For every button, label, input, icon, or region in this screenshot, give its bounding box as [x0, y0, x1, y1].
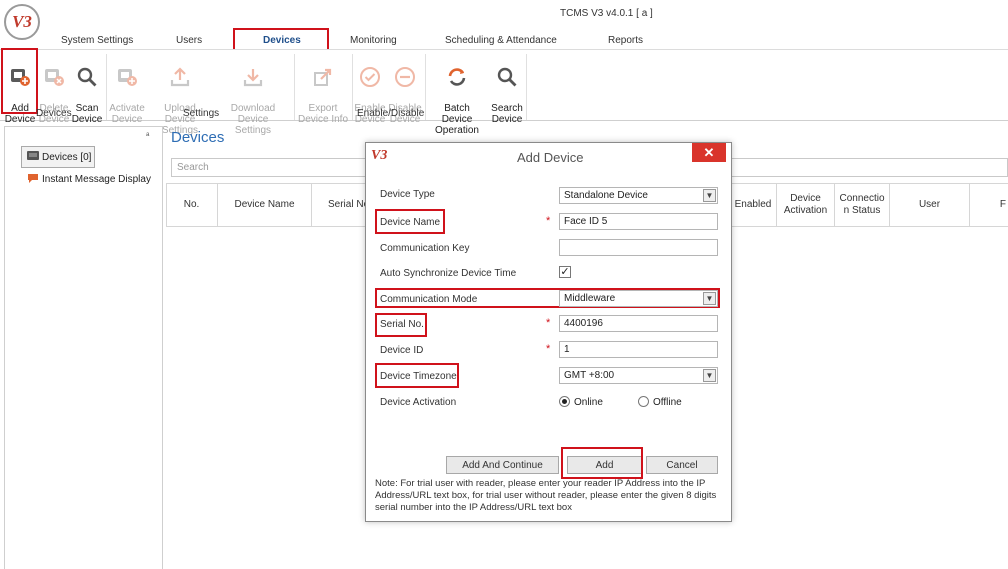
serial-no-input[interactable]: 4400196 [559, 315, 718, 332]
app-title: TCMS V3 v4.0.1 [ a ] [560, 8, 653, 19]
device-type-label: Device Type [380, 189, 435, 200]
column-f[interactable]: F [970, 183, 1008, 227]
ribbon-separator [526, 54, 527, 120]
activate-device-button[interactable]: Activate Device [108, 55, 146, 125]
pin-icon[interactable]: ᵃ [146, 130, 149, 140]
export-device-info-label: Export Device Info [297, 103, 349, 125]
tree-item-instant-message-label[interactable]: Instant Message Display [42, 174, 151, 185]
device-timezone-value: GMT +8:00 [564, 370, 615, 381]
highlight-add-button [561, 447, 643, 479]
tab-reports[interactable]: Reports [608, 35, 643, 46]
column-device-activation[interactable]: Device Activation [777, 183, 835, 227]
tab-system-settings[interactable]: System Settings [61, 35, 133, 46]
upload-icon [170, 67, 190, 87]
communication-key-label: Communication Key [380, 243, 470, 254]
communication-mode-value: Middleware [564, 293, 616, 304]
ribbon-group-settings: Settings [183, 108, 220, 119]
tab-users[interactable]: Users [176, 35, 202, 46]
message-icon [28, 174, 38, 183]
ribbon-separator [106, 54, 107, 120]
device-icon [27, 151, 39, 160]
device-type-select[interactable]: Standalone Device ▼ [559, 187, 718, 204]
close-button[interactable]: ✕ [692, 143, 726, 162]
tree-item-devices-label: Devices [0] [42, 152, 92, 163]
highlight-serial-no [375, 313, 427, 337]
search-device-label: Search Device [491, 103, 523, 125]
export-icon [314, 68, 332, 86]
export-device-info-button[interactable]: Export Device Info [297, 55, 349, 125]
highlight-add-device [1, 48, 38, 114]
cancel-button[interactable]: Cancel [646, 456, 718, 474]
dialog-title: Add Device [517, 150, 584, 165]
trial-note: Note: For trial user with reader, please… [375, 478, 717, 513]
auto-sync-label: Auto Synchronize Device Time [380, 268, 517, 279]
add-and-continue-button[interactable]: Add And Continue [446, 456, 559, 474]
batch-device-operation-button[interactable]: Batch Device Operation [428, 55, 486, 136]
search-icon [497, 67, 517, 87]
batch-device-operation-label: Batch Device Operation [435, 103, 479, 136]
page-title: Devices [171, 129, 225, 146]
ribbon-group-enable-disable: Enable/Disable [357, 108, 425, 119]
close-icon: ✕ [703, 144, 715, 160]
ribbon-separator [294, 54, 295, 120]
magnifier-icon [77, 67, 97, 87]
offline-radio[interactable] [638, 396, 649, 407]
required-marker: * [546, 317, 551, 329]
chevron-down-icon: ▼ [703, 369, 716, 382]
delete-device-icon [45, 69, 64, 86]
tab-scheduling-attendance[interactable]: Scheduling & Attendance [445, 35, 557, 46]
activate-device-icon [118, 69, 137, 86]
search-device-button[interactable]: Search Device [490, 55, 524, 125]
tab-monitoring[interactable]: Monitoring [350, 35, 397, 46]
chevron-down-icon: ▼ [703, 292, 716, 305]
chevron-down-icon: ▼ [703, 189, 716, 202]
check-circle-icon [360, 67, 380, 87]
download-device-settings-label: Download Device Settings [230, 103, 276, 136]
ribbon-group-devices: Devices [36, 108, 72, 119]
column-serial-no[interactable]: Serial No [312, 183, 372, 227]
highlight-device-name [375, 209, 445, 234]
column-enabled[interactable]: Enabled [729, 183, 777, 227]
scan-device-label: Scan Device [71, 103, 103, 125]
online-label: Online [574, 397, 603, 408]
device-type-value: Standalone Device [564, 190, 648, 201]
communication-mode-select[interactable]: Middleware ▼ [559, 290, 718, 307]
upload-device-settings-button[interactable]: Upload Device Settings [148, 55, 212, 136]
column-device-name[interactable]: Device Name [218, 183, 312, 227]
required-marker: * [546, 343, 551, 355]
online-radio[interactable] [559, 396, 570, 407]
device-timezone-select[interactable]: GMT +8:00 ▼ [559, 367, 718, 384]
auto-sync-checkbox[interactable]: ✓ [559, 266, 571, 278]
device-id-label: Device ID [380, 345, 424, 356]
scan-device-button[interactable]: Scan Device [71, 55, 103, 125]
app-logo: V3 [4, 4, 40, 40]
download-device-settings-button[interactable]: Download Device Settings [215, 55, 291, 136]
device-name-input[interactable]: Face ID 5 [559, 213, 718, 230]
column-no[interactable]: No. [166, 183, 218, 227]
device-activation-label: Device Activation [380, 397, 457, 408]
sync-icon [448, 68, 466, 86]
column-connection-status[interactable]: Connectio n Status [835, 183, 890, 227]
offline-label: Offline [653, 397, 682, 408]
column-user[interactable]: User [890, 183, 970, 227]
activate-device-label: Activate Device [109, 103, 145, 125]
communication-key-input[interactable] [559, 239, 718, 256]
download-icon [243, 69, 263, 87]
device-id-input[interactable]: 1 [559, 341, 718, 358]
navigation-panel [4, 126, 163, 569]
minus-circle-icon [395, 67, 415, 87]
ribbon-separator [425, 54, 426, 120]
dialog-logo: V3 [371, 148, 388, 163]
required-marker: * [546, 215, 551, 227]
ribbon-separator [352, 54, 353, 120]
highlight-device-timezone [375, 363, 459, 388]
